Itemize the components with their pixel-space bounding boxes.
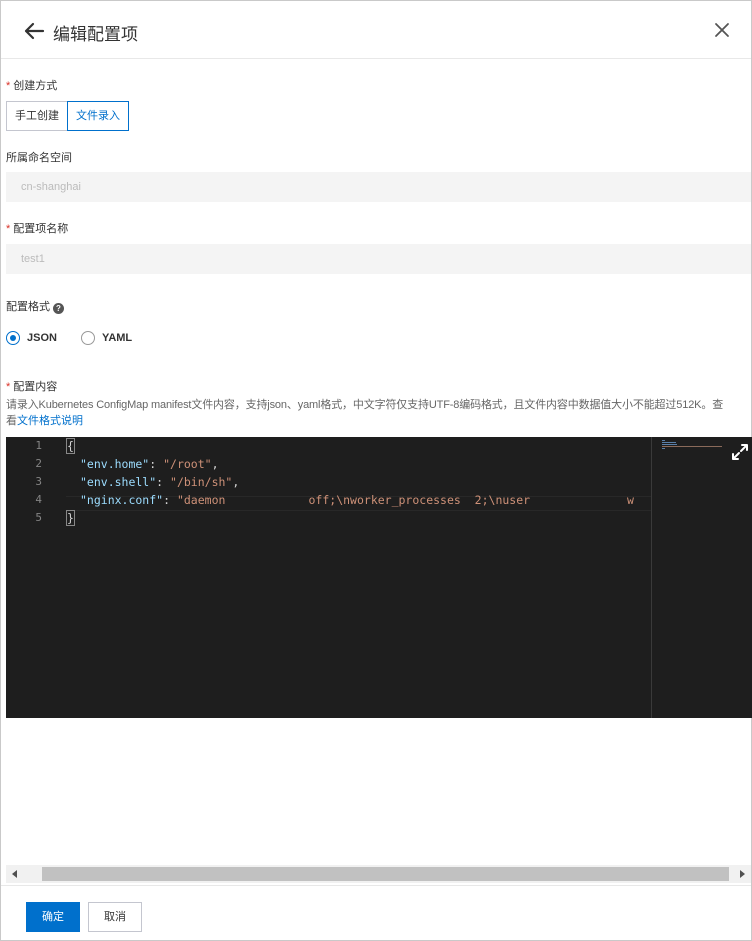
config-content-label: * 配置内容	[6, 381, 58, 393]
cancel-button[interactable]: 取消	[88, 902, 142, 932]
code-line: "nginx.conf": "daemon off;\nworker_proce…	[80, 493, 634, 507]
code-line: }	[66, 510, 75, 526]
config-format-label: 配置格式?	[6, 298, 64, 314]
namespace-label: 所属命名空间	[6, 152, 72, 164]
format-yaml-radio[interactable]	[81, 331, 95, 345]
line-number: 4	[35, 493, 42, 506]
code-line: "env.shell": "/bin/sh",	[80, 475, 240, 489]
required-mark: *	[6, 80, 11, 92]
line-number: 2	[35, 457, 42, 470]
scroll-left-arrow-icon[interactable]	[10, 869, 20, 879]
config-content-description: 请录入Kubernetes ConfigMap manifest文件内容，支持j…	[6, 399, 724, 427]
code-line: {	[66, 438, 75, 454]
expand-icon[interactable]	[731, 443, 749, 461]
line-number: 3	[35, 475, 42, 488]
edit-config-panel: 编辑配置项 * 创建方式 手工创建 文件录入 所属命名空间 cn-shanghai…	[0, 0, 752, 941]
namespace-field: cn-shanghai	[6, 172, 751, 202]
page-title: 编辑配置项	[53, 25, 138, 44]
panel-header: 编辑配置项	[1, 1, 751, 59]
format-json-radio[interactable]	[6, 331, 20, 345]
back-arrow-icon[interactable]	[23, 21, 45, 41]
format-yaml-label[interactable]: YAML	[102, 332, 132, 344]
editor-gutter: 1 2 3 4 5	[6, 437, 58, 718]
code-line: "env.home": "/root",	[80, 457, 219, 471]
creation-manual-option[interactable]: 手工创建	[6, 101, 67, 131]
required-mark: *	[6, 223, 11, 235]
question-circle-icon[interactable]: ?	[53, 303, 64, 314]
required-mark: *	[6, 381, 11, 393]
line-number: 1	[35, 439, 42, 452]
confirm-button[interactable]: 确定	[26, 902, 80, 932]
format-json-label[interactable]: JSON	[27, 332, 57, 344]
line-number: 5	[35, 511, 42, 524]
close-icon[interactable]	[713, 21, 731, 39]
scroll-right-arrow-icon[interactable]	[737, 869, 747, 879]
horizontal-scrollbar[interactable]	[6, 865, 751, 883]
config-name-label: * 配置项名称	[6, 223, 69, 235]
file-format-help-link[interactable]: 文件格式说明	[17, 415, 83, 427]
editor-code-area[interactable]: { "env.home": "/root", "env.shell": "/bi…	[66, 437, 656, 718]
scrollbar-thumb[interactable]	[42, 867, 729, 881]
creation-method-label: * 创建方式	[6, 80, 58, 92]
editor-minimap[interactable]	[651, 437, 752, 718]
code-editor[interactable]: 1 2 3 4 5 { "env.home": "/root", "env.sh…	[6, 437, 752, 718]
creation-file-option[interactable]: 文件录入	[67, 101, 129, 131]
config-name-field: test1	[6, 244, 751, 274]
